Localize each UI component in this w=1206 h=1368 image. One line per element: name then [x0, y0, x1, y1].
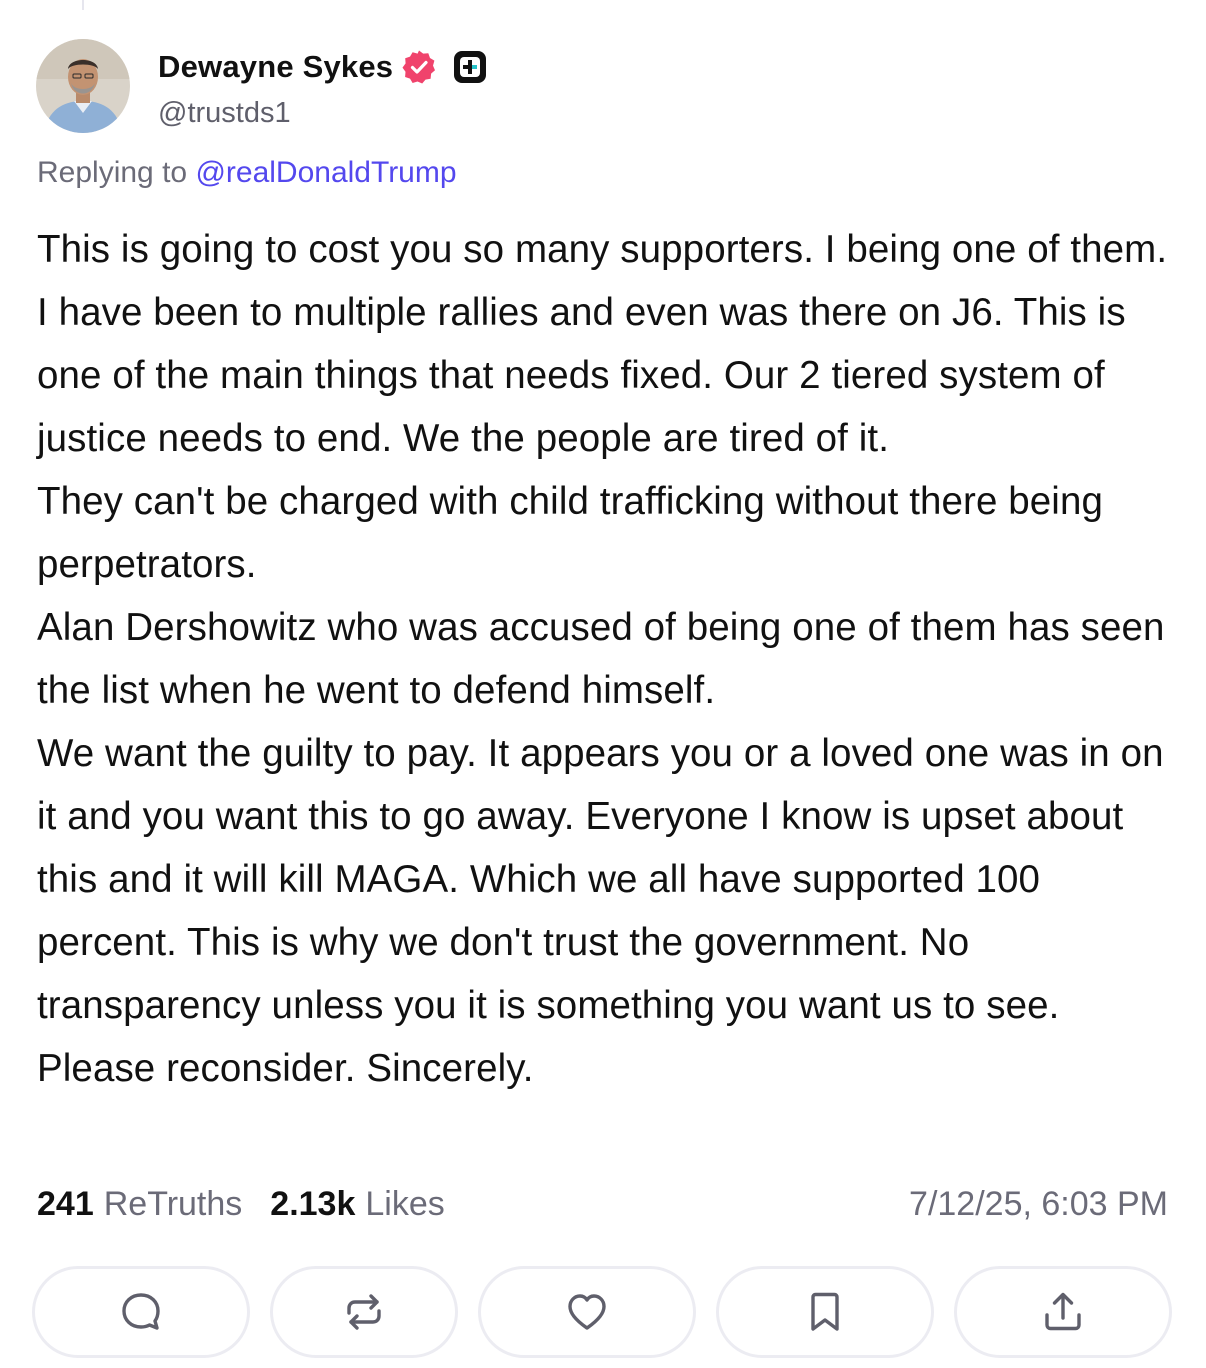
comment-icon — [122, 1293, 160, 1330]
likes-count[interactable]: 2.13k — [270, 1185, 355, 1224]
replying-to-prefix: Replying to — [37, 156, 196, 189]
post-header: Dewayne Sykes @trustds1 — [36, 38, 487, 134]
replying-to-mention[interactable]: @realDonaldTrump — [195, 156, 456, 189]
retruth-button[interactable] — [270, 1266, 458, 1358]
avatar[interactable] — [36, 39, 130, 133]
thread-connector-line — [82, 0, 84, 10]
truth-plus-icon — [453, 50, 487, 84]
reply-button[interactable] — [32, 1266, 250, 1358]
share-button[interactable] — [954, 1266, 1172, 1358]
like-button[interactable] — [478, 1266, 696, 1358]
author-handle[interactable]: @trustds1 — [158, 97, 487, 130]
verified-badge-icon — [401, 49, 437, 85]
likes-label[interactable]: Likes — [365, 1185, 444, 1224]
action-bar — [32, 1266, 1174, 1362]
post-timestamp: 7/12/25, 6:03 PM — [909, 1185, 1168, 1223]
retruths-count[interactable]: 241 — [37, 1185, 94, 1224]
heart-icon — [568, 1294, 606, 1330]
post-body-text: This is going to cost you so many suppor… — [37, 228, 1168, 1090]
replying-to-line: Replying to @realDonaldTrump — [37, 156, 457, 190]
retruths-label[interactable]: ReTruths — [104, 1185, 243, 1224]
share-icon — [1045, 1292, 1081, 1331]
post-stats: 241 ReTruths 2.13k Likes — [37, 1185, 445, 1224]
avatar-image — [36, 39, 130, 133]
name-row: Dewayne Sykes — [158, 43, 487, 91]
author-identity: Dewayne Sykes @trustds1 — [158, 43, 487, 130]
repost-icon — [347, 1294, 381, 1330]
bookmark-button[interactable] — [716, 1266, 934, 1358]
bookmark-icon — [811, 1292, 839, 1331]
author-display-name[interactable]: Dewayne Sykes — [158, 49, 393, 85]
